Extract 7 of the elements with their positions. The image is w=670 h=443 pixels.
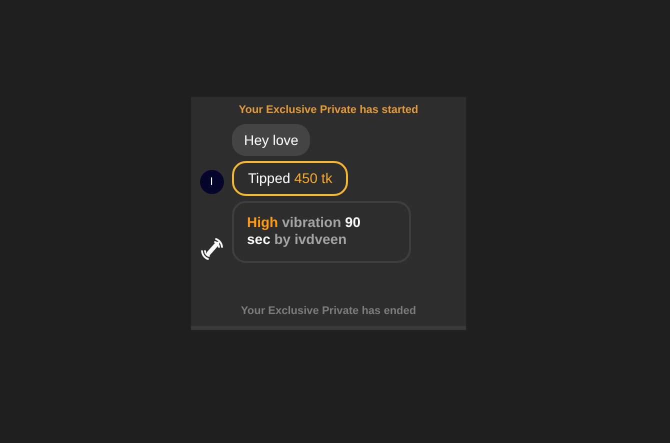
avatar: I bbox=[200, 170, 224, 194]
vibration-bubble: High vibration 90 sec by ivdveen bbox=[232, 201, 411, 263]
vibrating-toy-icon bbox=[200, 236, 224, 261]
message-bubble: Hey love bbox=[232, 124, 310, 156]
status-notice: Your Exclusive Private has started bbox=[238, 103, 420, 118]
tip-bubble: Tipped 450 tk bbox=[232, 161, 348, 196]
status-notice: Your Exclusive Private has ended bbox=[240, 304, 418, 318]
